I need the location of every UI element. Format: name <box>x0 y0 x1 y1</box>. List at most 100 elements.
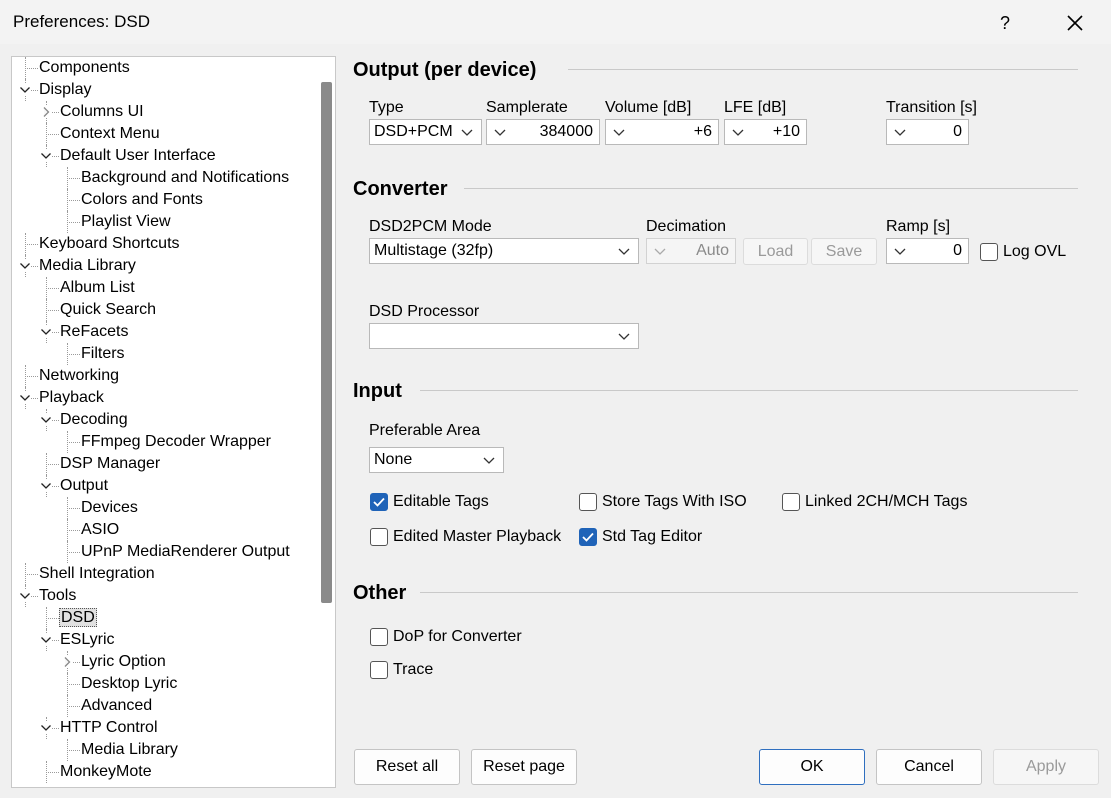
chevron-down-icon <box>618 248 630 255</box>
load-button[interactable]: Load <box>743 238 808 265</box>
close-button[interactable] <box>1059 9 1091 37</box>
ok-button[interactable]: OK <box>759 749 865 785</box>
reset-all-button[interactable]: Reset all <box>354 749 460 785</box>
tree-expanded-icon[interactable] <box>40 414 52 426</box>
tree-item[interactable]: Lyric Option <box>80 652 167 672</box>
tree-item[interactable]: Playlist View <box>80 212 172 232</box>
log-ovl-checkbox[interactable] <box>980 243 998 261</box>
chevron-down-icon <box>894 248 906 255</box>
tree-expanded-icon[interactable] <box>19 84 31 96</box>
store-tags-iso-checkbox[interactable] <box>579 493 597 511</box>
tree-item[interactable]: Output <box>59 476 109 496</box>
preferable-area-dropdown[interactable]: None <box>369 447 504 473</box>
dsd2pcm-mode-dropdown[interactable]: Multistage (32fp) <box>369 238 639 264</box>
edited-master-checkbox[interactable] <box>370 528 388 546</box>
tree-expanded-icon[interactable] <box>40 150 52 162</box>
tree-connector <box>46 123 47 145</box>
tree-item[interactable]: Context Menu <box>59 124 161 144</box>
tree-expanded-icon[interactable] <box>19 590 31 602</box>
tree-scrollbar-thumb[interactable] <box>321 82 332 603</box>
dop-converter-checkbox[interactable] <box>370 628 388 646</box>
tree-item[interactable]: HTTP Control <box>59 718 159 738</box>
tree-connector <box>25 233 26 255</box>
std-tag-editor-checkbox[interactable] <box>579 528 597 546</box>
apply-button[interactable]: Apply <box>993 749 1099 785</box>
tree-item[interactable]: Default User Interface <box>59 146 217 166</box>
help-button[interactable]: ? <box>990 9 1020 37</box>
other-section-divider <box>420 592 1078 593</box>
tree-item[interactable]: Filters <box>80 344 126 364</box>
tree-item-label: Context Menu <box>60 125 160 142</box>
tree-item[interactable]: Keyboard Shortcuts <box>38 234 181 254</box>
tree-connector <box>67 530 80 531</box>
linked-tags-checkbox[interactable] <box>782 493 800 511</box>
volume-spinner[interactable]: +6 <box>605 119 719 145</box>
reset-page-button[interactable]: Reset page <box>471 749 577 785</box>
decimation-label: Decimation <box>646 218 727 235</box>
tree-item[interactable]: Tools <box>38 586 77 606</box>
tree-expanded-icon[interactable] <box>19 392 31 404</box>
tree-connector <box>67 673 68 695</box>
tree-connector <box>46 607 47 629</box>
decimation-spinner[interactable]: Auto <box>646 238 736 264</box>
tree-item-label: Quick Search <box>60 301 157 318</box>
tree-item[interactable]: UPnP MediaRenderer Output <box>80 542 291 562</box>
tree-item[interactable]: Background and Notifications <box>80 168 290 188</box>
transition-value: 0 <box>953 123 962 140</box>
tree-item[interactable]: DSP Manager <box>59 454 161 474</box>
ramp-spinner[interactable]: 0 <box>886 238 969 264</box>
tree-item[interactable]: Shell Integration <box>38 564 156 584</box>
output-section-title: Output (per device) <box>353 59 537 81</box>
store-tags-iso-label: Store Tags With ISO <box>602 493 747 510</box>
tree-item[interactable]: Playback <box>38 388 105 408</box>
tree-item[interactable]: Media Library <box>80 740 179 760</box>
chevron-down-icon <box>654 248 666 255</box>
tree-item[interactable]: Columns UI <box>59 102 145 122</box>
tree-item[interactable]: ReFacets <box>59 322 129 342</box>
tree-item[interactable]: Advanced <box>80 696 153 716</box>
cancel-button[interactable]: Cancel <box>876 749 982 785</box>
ramp-value: 0 <box>953 242 962 259</box>
tree-item[interactable]: Quick Search <box>59 300 157 320</box>
lfe-spinner[interactable]: +10 <box>724 119 807 145</box>
tree-connector <box>67 552 80 553</box>
tree-item[interactable]: Desktop Lyric <box>80 674 178 694</box>
editable-tags-checkbox[interactable] <box>370 493 388 511</box>
tree-item[interactable]: Devices <box>80 498 139 518</box>
trace-checkbox[interactable] <box>370 661 388 679</box>
tree-item[interactable]: ASIO <box>80 520 120 540</box>
tree-expanded-icon[interactable] <box>40 634 52 646</box>
tree-item[interactable]: Media Library <box>38 256 137 276</box>
volume-label: Volume [dB] <box>605 99 692 116</box>
tree-item[interactable]: Decoding <box>59 410 129 430</box>
tree-item[interactable]: Colors and Fonts <box>80 190 204 210</box>
tree-expanded-icon[interactable] <box>40 722 52 734</box>
tree-item[interactable]: DSD <box>59 608 97 628</box>
tree-item[interactable]: FFmpeg Decoder Wrapper <box>80 432 272 452</box>
tree-item-label: Background and Notifications <box>81 169 290 186</box>
tree-expanded-icon[interactable] <box>19 260 31 272</box>
tree-item[interactable]: Album List <box>59 278 136 298</box>
tree-collapsed-icon[interactable] <box>61 656 73 668</box>
tree-item[interactable]: Networking <box>38 366 120 386</box>
tree-connector <box>25 244 38 245</box>
type-value: DSD+PCM <box>374 123 453 140</box>
tree-item[interactable]: Components <box>38 58 131 78</box>
tree-connector <box>67 354 80 355</box>
tree-item[interactable]: MonkeyMote <box>59 762 153 782</box>
save-button[interactable]: Save <box>811 238 877 265</box>
tree-collapsed-icon[interactable] <box>40 106 52 118</box>
tree-expanded-icon[interactable] <box>40 480 52 492</box>
dsd-processor-dropdown[interactable] <box>369 323 639 349</box>
samplerate-spinner[interactable]: 384000 <box>486 119 600 145</box>
tree-item-label: Decoding <box>60 411 128 428</box>
tree-item[interactable]: ESLyric <box>59 630 116 650</box>
transition-spinner[interactable]: 0 <box>886 119 969 145</box>
dsd2pcm-mode-value: Multistage (32fp) <box>374 242 494 259</box>
tree-expanded-icon[interactable] <box>40 326 52 338</box>
type-dropdown[interactable]: DSD+PCM <box>369 119 482 145</box>
tree-item-label: Colors and Fonts <box>81 191 203 208</box>
tree-item[interactable]: Display <box>38 80 92 100</box>
preferences-tree[interactable]: Components Display Columns UI Context Menu D… <box>11 56 336 788</box>
edited-master-label: Edited Master Playback <box>393 528 562 545</box>
